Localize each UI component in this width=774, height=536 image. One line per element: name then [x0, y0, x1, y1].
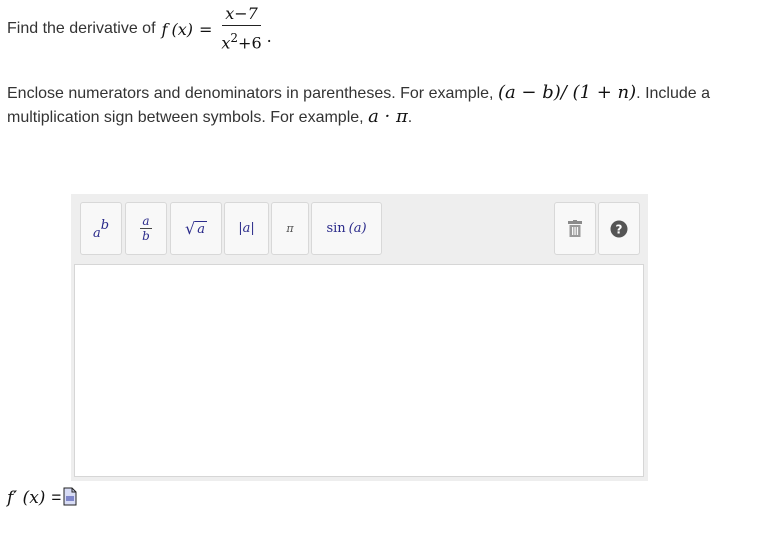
function-variable: (x): [171, 19, 193, 39]
fraction-numerator: x−7: [222, 4, 261, 27]
help-icon: ?: [610, 220, 628, 237]
delete-button[interactable]: [554, 202, 596, 255]
fraction-button[interactable]: a b: [125, 202, 167, 255]
instructions-part1: Enclose numerators and denominators in p…: [7, 85, 494, 102]
question-prefix: Find the derivative of: [7, 20, 156, 37]
document-icon: [63, 487, 77, 505]
editor-input-area[interactable]: [74, 264, 644, 477]
den-rest: +6: [238, 33, 262, 53]
equals-sign: =: [198, 19, 213, 39]
abs-button[interactable]: |a|: [224, 202, 269, 255]
abs-label: |a|: [238, 221, 255, 236]
answer-line: f′ (x) =: [7, 485, 77, 511]
sqrt-button[interactable]: √ a: [170, 202, 222, 255]
den-exponent: 2: [230, 31, 239, 46]
superscript-exp: b: [100, 218, 110, 233]
svg-text:?: ?: [616, 222, 623, 236]
superscript-base: a: [92, 226, 101, 241]
help-button[interactable]: ?: [598, 202, 640, 255]
pi-label: π: [286, 222, 294, 235]
pi-button[interactable]: π: [271, 202, 309, 255]
fraction-button-num: a: [140, 214, 152, 229]
instructions-example2: a · π: [368, 106, 408, 127]
trash-icon: [568, 219, 582, 237]
sin-arg: (a): [348, 221, 367, 236]
function-fraction: x−7 x2+6: [218, 4, 264, 53]
answer-equals: =: [51, 488, 62, 507]
function-name: f: [161, 19, 168, 39]
instructions: Enclose numerators and denominators in p…: [7, 81, 752, 129]
superscript-button[interactable]: ab: [80, 202, 122, 255]
sqrt-icon: √: [185, 219, 196, 238]
sin-button[interactable]: sin (a): [311, 202, 382, 255]
question-text: Find the derivative of f (x) = x−7 x2+6 …: [7, 4, 272, 54]
sqrt-radicand: a: [195, 220, 207, 237]
instructions-example1: (a − b)/ (1 + n): [497, 82, 637, 103]
fraction-button-den: b: [142, 229, 150, 243]
sin-fn: sin: [326, 221, 346, 236]
answer-input-icon[interactable]: [63, 486, 77, 511]
fraction-denominator: x2+6: [218, 26, 264, 53]
math-editor: ab a b √ a |a| π sin (a) ?: [71, 194, 648, 481]
answer-label: f′ (x): [7, 488, 46, 508]
instructions-part3: .: [407, 109, 413, 126]
question-period: .: [266, 27, 272, 46]
